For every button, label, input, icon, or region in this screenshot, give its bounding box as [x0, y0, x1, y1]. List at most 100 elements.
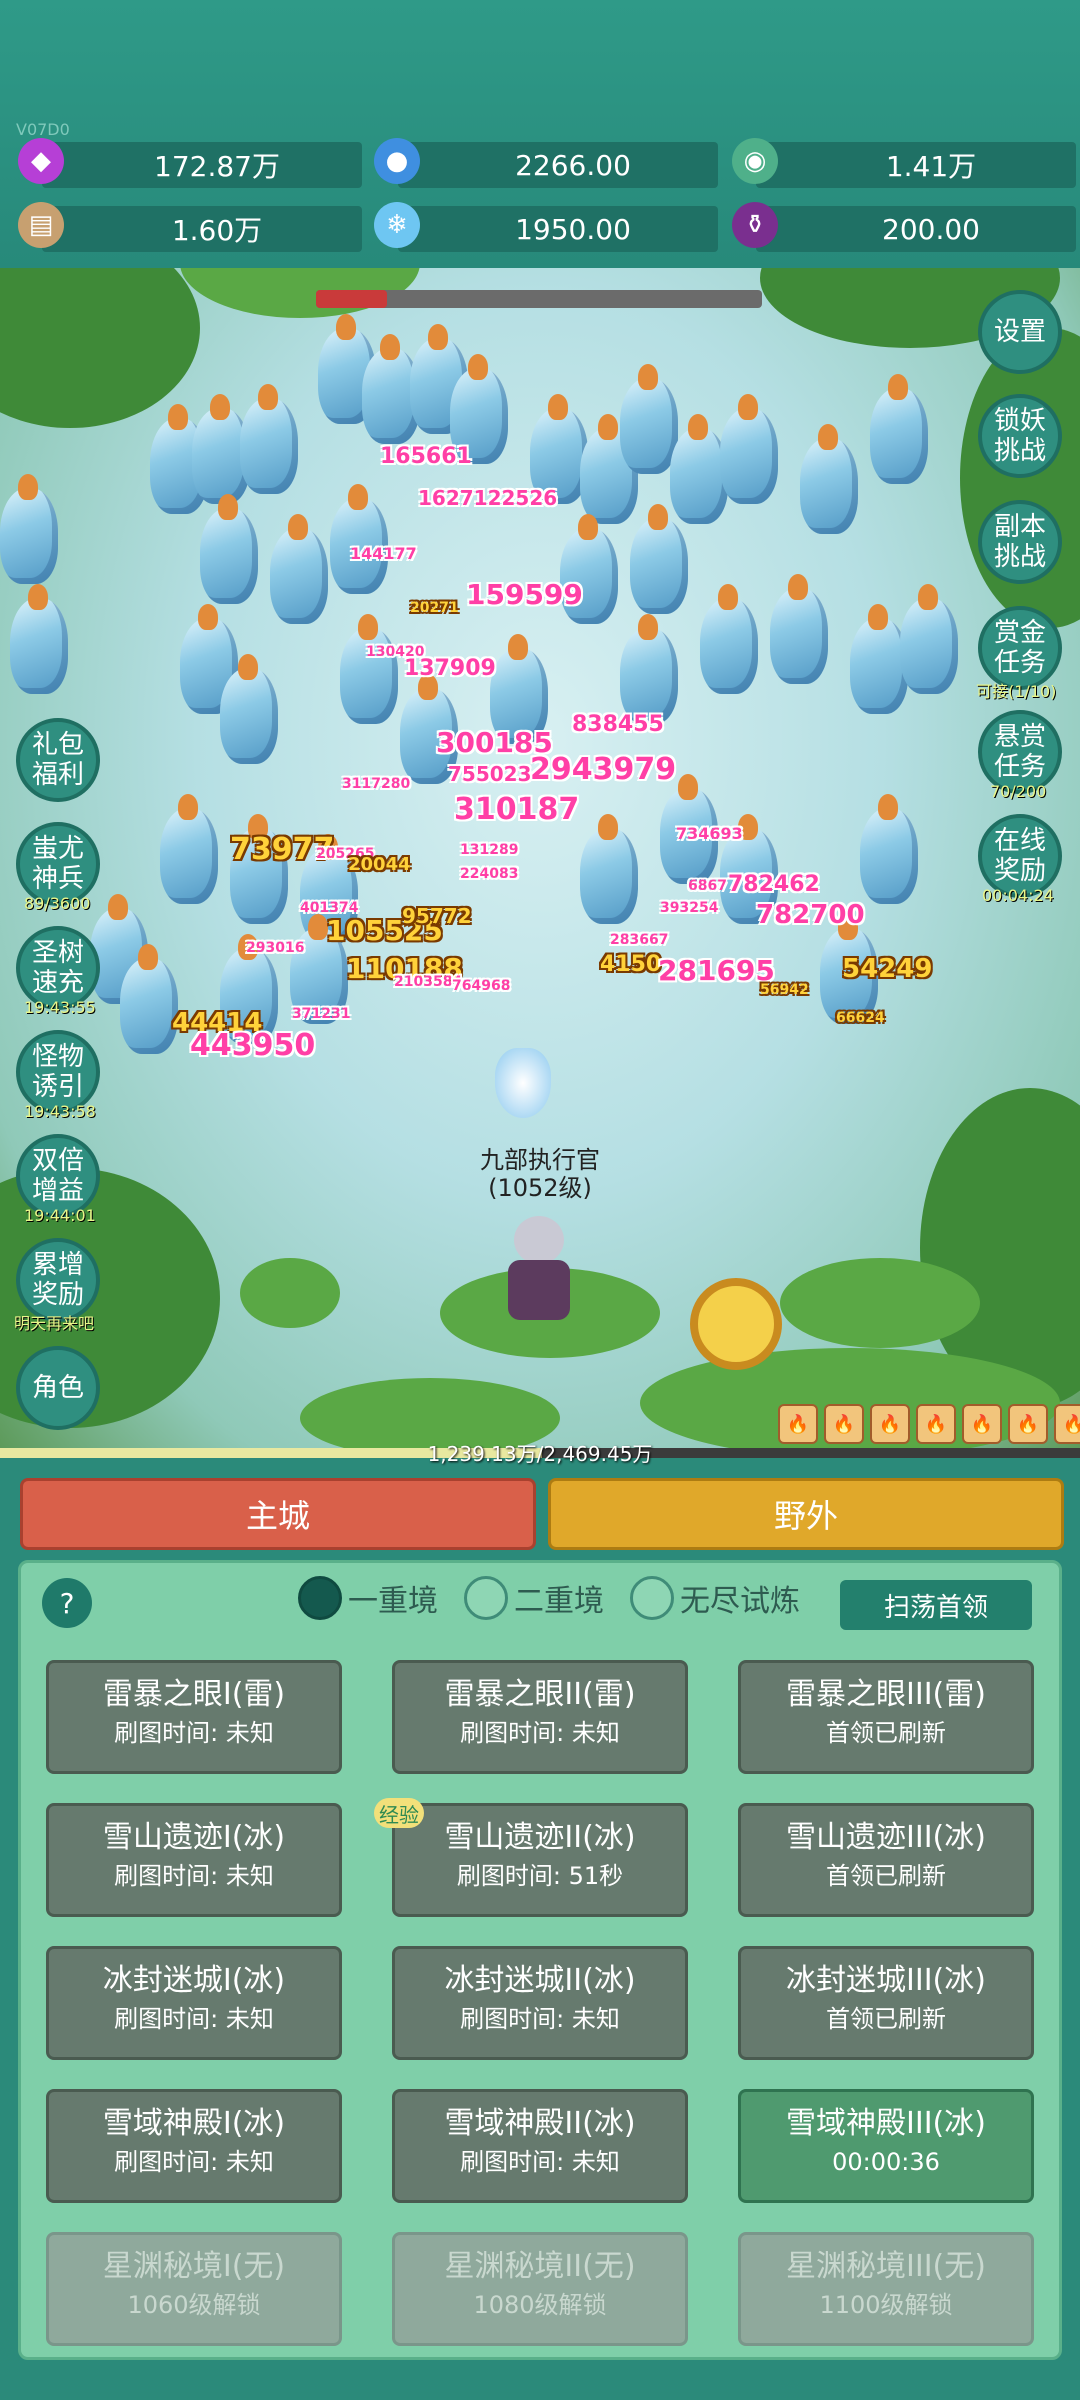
ice-monster[interactable]: [860, 794, 918, 904]
map-card[interactable]: 雪山遗迹III(冰) 首领已刷新: [738, 1803, 1034, 1917]
damage-number: 66624: [836, 1010, 885, 1026]
map-name: 星渊秘境III(无): [786, 2249, 986, 2284]
damage-number: 95772: [402, 904, 472, 928]
holy-tree-timer: 19:43:55: [24, 998, 96, 1017]
hero-body: [508, 1260, 570, 1320]
hero-character[interactable]: [494, 1216, 584, 1336]
map-card-locked[interactable]: 星渊秘境III(无) 1100级解锁: [738, 2232, 1034, 2346]
ice-monster[interactable]: [670, 414, 728, 524]
resource-diamond[interactable]: ◆ 172.87万: [18, 138, 362, 188]
damage-number: 283667: [610, 932, 669, 948]
realm-option-1[interactable]: 一重境: [298, 1576, 438, 1620]
battle-scene[interactable]: 165661 1627122526 144177 159599 20271 13…: [0, 268, 1080, 1448]
map-info: 首领已刷新: [826, 1862, 946, 1890]
map-card[interactable]: 雪域神殿II(冰) 刷图时间: 未知: [392, 2089, 688, 2203]
damage-number: 371231: [292, 1006, 351, 1022]
map-card[interactable]: 冰封迷城I(冰) 刷图时间: 未知: [46, 1946, 342, 2060]
resource-value: 1.60万: [171, 214, 263, 247]
ice-monster[interactable]: [270, 514, 328, 624]
resource-value: 172.87万: [154, 150, 280, 183]
sweep-boss-button[interactable]: 扫荡首领: [840, 1580, 1032, 1630]
ice-monster[interactable]: [620, 364, 678, 474]
ice-monster[interactable]: [800, 424, 858, 534]
ice-monster[interactable]: [200, 494, 258, 604]
ice-monster[interactable]: [720, 394, 778, 504]
realm-option-2[interactable]: 二重境: [464, 1576, 604, 1620]
tree-decoration: [0, 268, 200, 428]
ice-monster[interactable]: [900, 584, 958, 694]
map-name: 雪域神殿I(冰): [102, 2106, 286, 2141]
ice-monster[interactable]: [700, 584, 758, 694]
ice-monster[interactable]: [0, 474, 58, 584]
map-name: 雪山遗迹I(冰): [102, 1820, 286, 1855]
ice-monster[interactable]: [620, 614, 678, 724]
resource-ice-crystal[interactable]: ❄ 1950.00: [374, 202, 718, 252]
map-card[interactable]: 雪山遗迹II(冰) 刷图时间: 51秒: [392, 1803, 688, 1917]
map-card[interactable]: 雷暴之眼II(雷) 刷图时间: 未知: [392, 1660, 688, 1774]
resource-blue-gem[interactable]: ● 2266.00: [374, 138, 718, 188]
realm-label: 一重境: [348, 1584, 438, 1619]
sunflower-pet[interactable]: [690, 1278, 782, 1370]
ice-monster[interactable]: [340, 614, 398, 724]
ice-monster[interactable]: [770, 574, 828, 684]
ice-monster[interactable]: [220, 654, 278, 764]
map-name: 雷暴之眼I(雷): [102, 1677, 286, 1712]
ice-crystal-icon: ❄: [374, 202, 420, 248]
hero-nameplate: 九部执行官 (1052级): [440, 1146, 640, 1202]
map-name: 冰封迷城I(冰): [102, 1963, 286, 1998]
radio-indicator: [630, 1576, 674, 1620]
ice-monster[interactable]: [580, 814, 638, 924]
help-button[interactable]: ?: [42, 1578, 92, 1628]
potion-icon: ⚱: [732, 202, 778, 248]
dungeon-challenge-button[interactable]: 副本挑战: [978, 500, 1062, 584]
map-name: 雪域神殿II(冰): [444, 2106, 636, 2141]
tab-main-city[interactable]: 主城: [20, 1478, 536, 1550]
damage-number: 1627122526: [418, 486, 558, 510]
map-card[interactable]: 雪山遗迹I(冰) 刷图时间: 未知: [46, 1803, 342, 1917]
map-info: 刷图时间: 未知: [460, 2005, 620, 2033]
boss-hp-bar: [316, 290, 762, 308]
tornado-skill-effect: [495, 1048, 551, 1118]
radio-indicator: [298, 1576, 342, 1620]
map-card[interactable]: 冰封迷城III(冰) 首领已刷新: [738, 1946, 1034, 2060]
damage-number: 4150: [600, 952, 662, 977]
map-name: 雪山遗迹II(冰): [444, 1820, 636, 1855]
damage-number: 281695: [658, 954, 775, 987]
map-info: 刷图时间: 未知: [460, 1719, 620, 1747]
bush-decoration: [780, 1258, 980, 1348]
map-card[interactable]: 雷暴之眼III(雷) 首领已刷新: [738, 1660, 1034, 1774]
map-card-locked[interactable]: 星渊秘境II(无) 1080级解锁: [392, 2232, 688, 2346]
character-button[interactable]: 角色: [16, 1346, 100, 1430]
resource-value: 1950.00: [515, 212, 631, 246]
realm-label: 二重境: [514, 1584, 604, 1619]
map-info: 刷图时间: 未知: [114, 2148, 274, 2176]
ice-monster[interactable]: [120, 944, 178, 1054]
realm-option-endless[interactable]: 无尽试炼: [630, 1576, 800, 1620]
damage-number: 782462: [728, 872, 820, 897]
resource-scroll[interactable]: ▤ 1.60万: [18, 202, 362, 252]
map-card[interactable]: 冰封迷城II(冰) 刷图时间: 未知: [392, 1946, 688, 2060]
map-name: 星渊秘境I(无): [102, 2249, 286, 2284]
ice-monster[interactable]: [630, 504, 688, 614]
ice-monster[interactable]: [850, 604, 908, 714]
damage-number: 131289: [460, 842, 519, 858]
map-info: 刷图时间: 未知: [114, 2005, 274, 2033]
tab-wilderness[interactable]: 野外: [548, 1478, 1064, 1550]
bounty-task-status: 可接(1/10): [976, 682, 1057, 701]
demon-challenge-button[interactable]: 锁妖挑战: [978, 394, 1062, 478]
map-name: 雷暴之眼II(雷): [444, 1677, 636, 1712]
settings-button[interactable]: 设置: [978, 290, 1062, 374]
damage-number: 3117280: [342, 776, 411, 792]
map-card[interactable]: 雷暴之眼I(雷) 刷图时间: 未知: [46, 1660, 342, 1774]
ice-monster[interactable]: [10, 584, 68, 694]
map-card-active[interactable]: 雪域神殿III(冰) 00:00:36: [738, 2089, 1034, 2203]
resource-potion[interactable]: ⚱ 200.00: [732, 202, 1076, 252]
chiyou-weapon-progress: 89/3600: [24, 894, 91, 913]
ice-monster[interactable]: [160, 794, 218, 904]
ice-monster[interactable]: [870, 374, 928, 484]
map-card-locked[interactable]: 星渊秘境I(无) 1060级解锁: [46, 2232, 342, 2346]
resource-orb[interactable]: ◉ 1.41万: [732, 138, 1076, 188]
gift-welfare-button[interactable]: 礼包福利: [16, 718, 100, 802]
ice-monster[interactable]: [240, 384, 298, 494]
map-card[interactable]: 雪域神殿I(冰) 刷图时间: 未知: [46, 2089, 342, 2203]
